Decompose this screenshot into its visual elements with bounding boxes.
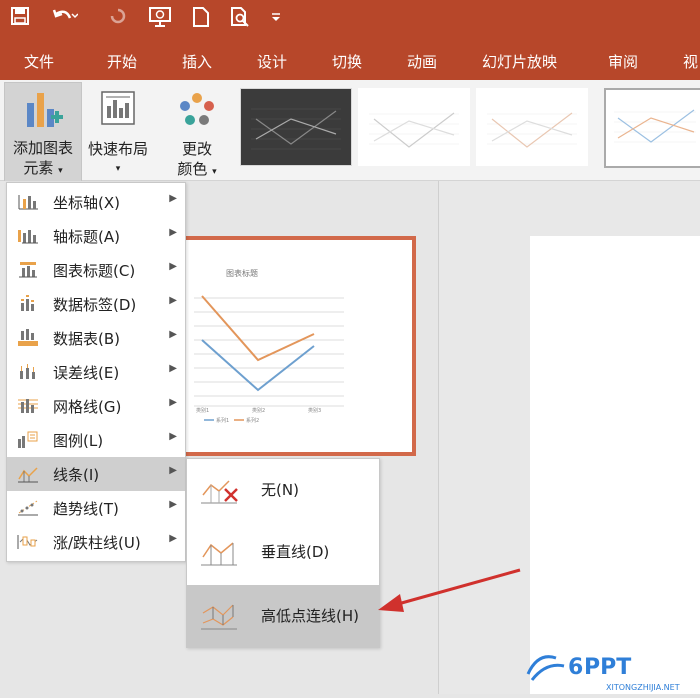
quick-layout-chevron-icon: ▾ — [115, 164, 121, 174]
watermark-logo: 6 PPT XITONGZHIJIA.NET — [524, 640, 700, 694]
add-chart-element-label2: 元素 ▾ — [23, 159, 63, 177]
chevron-right-icon: ▶ — [169, 499, 177, 510]
chart-style-thumb-4[interactable] — [604, 88, 700, 168]
change-colors-label1: 更改 — [181, 140, 212, 158]
menu-item-gridlines[interactable]: 网格线(G) ▶ — [7, 389, 185, 423]
save-icon[interactable] — [10, 6, 30, 26]
chart-style-thumb-3[interactable] — [476, 88, 588, 166]
menu-item-lines[interactable]: 线条(I) ▶ — [7, 457, 185, 491]
tab-review[interactable]: 审阅 — [608, 51, 638, 72]
title-bar — [0, 0, 700, 40]
chevron-right-icon: ▶ — [169, 363, 177, 374]
menu-item-up-down-bars[interactable]: 涨/跌柱线(U) ▶ — [7, 525, 185, 559]
axis-title-icon — [18, 230, 38, 244]
category-label-2: 类别2 — [252, 407, 265, 414]
customize-qat-icon[interactable] — [270, 6, 282, 26]
lines-submenu: 无(N) 垂直线(D) 高低点连线(H) — [186, 458, 380, 648]
chart-style-thumb-1[interactable] — [240, 88, 352, 166]
chevron-right-icon: ▶ — [169, 533, 177, 544]
menu-item-legend[interactable]: 图例(L) ▶ — [7, 423, 185, 457]
high-low-lines-icon — [201, 604, 237, 630]
tab-insert[interactable]: 插入 — [182, 51, 212, 72]
quick-layout-button[interactable]: 快速布局 ▾ — [82, 82, 154, 180]
series-orange-line — [201, 295, 315, 362]
tab-view[interactable]: 视 — [683, 51, 698, 72]
legend-series-2: 系列2 — [246, 417, 259, 424]
chevron-right-icon: ▶ — [169, 193, 177, 204]
gridlines-icon — [18, 399, 38, 413]
data-table-icon — [18, 329, 38, 346]
new-file-icon[interactable] — [192, 6, 210, 28]
undo-icon[interactable] — [52, 6, 78, 26]
chevron-right-icon: ▶ — [169, 397, 177, 408]
redo-icon[interactable] — [108, 6, 128, 26]
chart-styles-gallery — [232, 88, 700, 172]
chart-title: 图表标题 — [226, 268, 258, 278]
print-preview-icon[interactable] — [230, 6, 252, 28]
change-colors-button[interactable]: 更改 颜色 ▾ — [166, 82, 228, 180]
change-colors-label2: 颜色 ▾ — [177, 160, 217, 178]
tab-file[interactable]: 文件 — [24, 51, 54, 72]
slideshow-icon[interactable] — [148, 6, 172, 28]
menu-item-chart-title[interactable]: 图表标题(C) ▶ — [7, 253, 185, 287]
chart-style-thumb-2[interactable] — [358, 88, 470, 166]
quick-layout-icon — [101, 91, 135, 125]
menu-item-axes[interactable]: 坐标轴(X) ▶ — [7, 185, 185, 219]
none-lines-icon — [201, 480, 238, 504]
category-label-3: 类别3 — [308, 407, 321, 414]
lines-icon — [18, 467, 38, 483]
submenu-item-none[interactable]: 无(N) — [187, 459, 379, 521]
up-down-bars-icon — [17, 535, 38, 549]
chevron-right-icon: ▶ — [169, 329, 177, 340]
menu-item-data-labels[interactable]: 数据标签(D) ▶ — [7, 287, 185, 321]
chevron-right-icon: ▶ — [169, 431, 177, 442]
watermark-site: XITONGZHIJIA.NET — [606, 683, 680, 692]
legend-series-1: 系列1 — [216, 417, 229, 424]
chevron-right-icon: ▶ — [169, 261, 177, 272]
category-label-1: 类别1 — [196, 407, 209, 414]
add-chart-element-icon — [27, 93, 63, 127]
chevron-right-icon: ▶ — [169, 465, 177, 476]
chart-title-icon — [19, 262, 37, 278]
svg-text:6: 6 — [568, 655, 583, 680]
slide-chart-thumbnail[interactable]: 图表标题 类别1 类别2 类别3 系列1 系列2 — [170, 236, 416, 456]
slide-canvas[interactable] — [530, 236, 700, 694]
drop-lines-icon — [201, 542, 237, 566]
trendline-icon — [18, 500, 38, 516]
tab-slideshow[interactable]: 幻灯片放映 — [482, 51, 557, 72]
chevron-right-icon: ▶ — [169, 227, 177, 238]
tab-design[interactable]: 设计 — [257, 51, 287, 72]
menu-item-data-table[interactable]: 数据表(B) ▶ — [7, 321, 185, 355]
annotation-arrow-icon — [378, 568, 521, 612]
watermark-brand: PPT — [584, 655, 631, 680]
data-label-icon — [21, 295, 34, 311]
submenu-item-high-low-lines[interactable]: 高低点连线(H) — [187, 585, 379, 647]
error-bars-icon — [20, 364, 35, 379]
add-chart-element-label1: 添加图表 — [12, 139, 73, 157]
tab-transitions[interactable]: 切换 — [332, 51, 362, 72]
legend-icon — [18, 431, 38, 448]
color-palette-icon — [180, 93, 214, 125]
add-chart-element-menu: 坐标轴(X) ▶ 轴标题(A) ▶ 图表标题(C) ▶ 数据标签(D) ▶ 数据… — [6, 182, 186, 562]
chevron-right-icon: ▶ — [169, 295, 177, 306]
axis-icon — [18, 195, 38, 210]
tab-home[interactable]: 开始 — [107, 51, 137, 72]
line-chart: 图表标题 类别1 类别2 类别3 系列1 系列2 — [194, 268, 344, 424]
menu-item-error-bars[interactable]: 误差线(E) ▶ — [7, 355, 185, 389]
ribbon-tab-bar: 文件 开始 插入 设计 切换 动画 幻灯片放映 审阅 视 — [0, 40, 700, 80]
submenu-item-drop-lines[interactable]: 垂直线(D) — [187, 521, 379, 583]
menu-item-axis-titles[interactable]: 轴标题(A) ▶ — [7, 219, 185, 253]
quick-layout-label: 快速布局 — [87, 140, 148, 158]
add-chart-element-button[interactable]: 添加图表 元素 ▾ — [4, 82, 82, 182]
menu-item-trendline[interactable]: 趋势线(T) ▶ — [7, 491, 185, 525]
tab-animations[interactable]: 动画 — [407, 51, 437, 72]
